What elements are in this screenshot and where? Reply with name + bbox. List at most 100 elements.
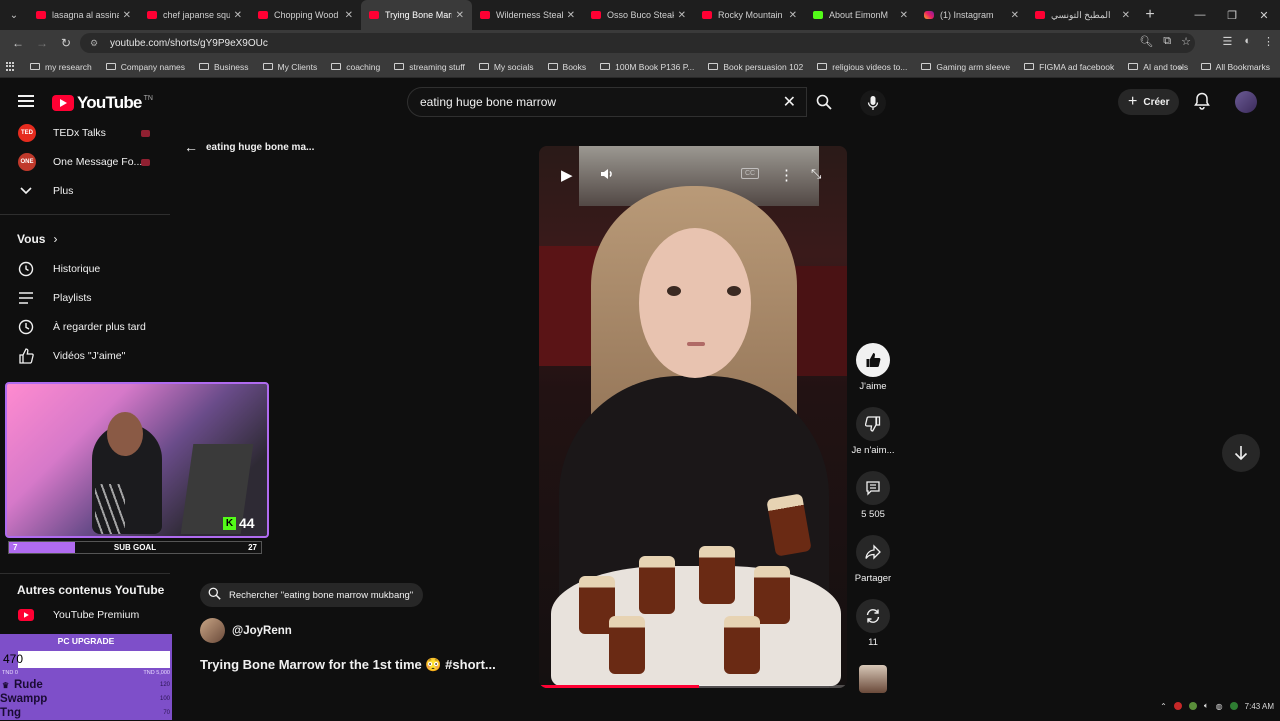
clear-search-icon[interactable]: ✕ <box>783 92 796 112</box>
sidebar-item-liked-videos[interactable]: Vidéos "J'aime" <box>0 342 170 370</box>
tray-chevron-icon[interactable]: ⌃ <box>1160 702 1167 711</box>
back-arrow-icon[interactable]: ← <box>6 36 30 50</box>
sidebar-item-more[interactable]: Plus <box>0 177 170 205</box>
comments-button[interactable]: 5 505 <box>851 471 895 520</box>
all-bookmarks-folder[interactable]: All Bookmarks <box>1200 62 1270 72</box>
browser-tab[interactable]: (1) Instagram ✕ <box>916 0 1027 30</box>
bookmark-folder[interactable]: My Clients <box>262 62 317 72</box>
close-tab-icon[interactable]: ✕ <box>123 10 131 21</box>
browser-tab[interactable]: Rocky Mountain ✕ <box>694 0 805 30</box>
close-tab-icon[interactable]: ✕ <box>900 10 908 21</box>
create-button[interactable]: + Créer <box>1118 89 1180 115</box>
sidebar-item-tedx-talks[interactable]: TED TEDx Talks <box>0 119 170 147</box>
zoom-icon[interactable]: 🔍︎ <box>1139 35 1153 48</box>
sidebar-item-playlists[interactable]: Playlists <box>0 284 170 312</box>
volume-icon[interactable] <box>599 166 615 186</box>
browser-tab[interactable]: Trying Bone Marr ✕ <box>361 0 472 30</box>
site-info-icon[interactable]: ⚙ <box>90 38 102 49</box>
guide-menu-icon[interactable] <box>18 95 34 107</box>
clock-text[interactable]: 7:43 AM <box>1245 702 1274 711</box>
profile-icon[interactable]: ◐ <box>1244 35 1251 48</box>
bookmark-folder[interactable]: My socials <box>478 62 534 72</box>
bookmark-folder[interactable]: Books <box>547 62 586 72</box>
forward-arrow-icon[interactable]: → <box>30 36 54 50</box>
tray-app-icon[interactable] <box>1173 702 1182 710</box>
bookmarks-bar: my research Company names Business My Clien… <box>0 56 1280 78</box>
minimize-icon[interactable]: — <box>1184 9 1216 21</box>
restore-icon[interactable]: ❐ <box>1216 9 1248 22</box>
close-tab-icon[interactable]: ✕ <box>1122 10 1130 21</box>
youtube-icon <box>1035 11 1045 19</box>
close-tab-icon[interactable]: ✕ <box>456 10 464 21</box>
play-icon[interactable]: ▶ <box>561 166 573 184</box>
volume-tray-icon[interactable]: 🔈︎ <box>1204 701 1209 711</box>
browser-tab[interactable]: Chopping Wood ✕ <box>250 0 361 30</box>
sidebar-item-watch-later[interactable]: À regarder plus tard <box>0 313 170 341</box>
playlist-icon <box>18 290 34 306</box>
next-short-button[interactable] <box>1222 434 1260 472</box>
browser-tab[interactable]: المطبخ التونسي ✕ <box>1027 0 1138 30</box>
remix-button[interactable]: 11 <box>851 599 895 648</box>
close-tab-icon[interactable]: ✕ <box>1011 10 1019 21</box>
suggested-search-chip[interactable]: Rechercher "eating bone marrow mukbang" <box>200 583 424 607</box>
browser-menu-icon[interactable]: ⋮ <box>1263 35 1274 48</box>
browser-tab[interactable]: Osso Buco Steak ✕ <box>583 0 694 30</box>
bookmark-folder[interactable]: religious videos to... <box>817 62 907 72</box>
share-button[interactable]: Partager <box>851 535 895 584</box>
sidebar-item-one-message[interactable]: ONE One Message Fo... <box>0 148 170 176</box>
bookmark-folder[interactable]: FIGMA ad facebook <box>1024 62 1114 72</box>
shorts-video-player[interactable]: ▶ CC ⋮ ⤡ <box>539 146 847 688</box>
reload-icon[interactable]: ↻ <box>54 36 78 50</box>
tab-search-chevron-icon[interactable]: ⌄ <box>0 0 28 30</box>
close-tab-icon[interactable]: ✕ <box>567 10 575 21</box>
browser-tab[interactable]: About EimonM ✕ <box>805 0 916 30</box>
bookmark-folder[interactable]: streaming stuff <box>394 62 465 72</box>
install-app-icon[interactable]: ⧉ <box>1163 35 1171 48</box>
plus-icon: + <box>1128 93 1138 110</box>
bookmark-folder[interactable]: my research <box>30 62 92 72</box>
account-avatar[interactable] <box>1235 91 1257 113</box>
notifications-bell-icon[interactable] <box>1194 92 1210 115</box>
network-tray-icon[interactable]: ◍ <box>1216 702 1223 711</box>
pc-range-high: TND 5,000 <box>143 670 170 676</box>
more-options-icon[interactable]: ⋮ <box>779 166 794 184</box>
bookmark-star-icon[interactable]: ☆ <box>1181 35 1191 48</box>
bookmark-folder[interactable]: 100M Book P136 P... <box>600 62 694 72</box>
dislike-button[interactable]: Je n'aim... <box>851 407 895 456</box>
close-tab-icon[interactable]: ✕ <box>234 10 242 21</box>
bookmark-folder[interactable]: Business <box>199 62 249 72</box>
apps-grid-icon[interactable] <box>6 61 16 72</box>
close-window-icon[interactable]: ✕ <box>1248 9 1280 22</box>
more-bookmarks-icon[interactable]: » <box>1178 62 1183 72</box>
channel-link[interactable]: @JoyRenn <box>200 618 292 643</box>
new-tab-button[interactable]: + <box>1138 6 1162 24</box>
sidebar-you-header[interactable]: Vous › <box>0 225 170 253</box>
close-tab-icon[interactable]: ✕ <box>678 10 686 21</box>
close-tab-icon[interactable]: ✕ <box>345 10 353 21</box>
captions-icon[interactable]: CC <box>741 168 760 179</box>
short-title[interactable]: Trying Bone Marrow for the 1st time 😳 #s… <box>200 657 496 673</box>
bookmark-folder[interactable]: coaching <box>331 62 380 72</box>
sidebar-item-youtube-premium[interactable]: YouTube Premium <box>0 601 170 629</box>
fullscreen-icon[interactable]: ⤡ <box>811 166 821 182</box>
voice-search-button[interactable] <box>860 90 886 116</box>
browser-tab[interactable]: chef japanse squ ✕ <box>139 0 250 30</box>
video-progress-bar[interactable] <box>539 685 847 688</box>
bookmark-folder[interactable]: Company names <box>105 62 185 72</box>
youtube-logo[interactable]: YouTube TN <box>52 93 153 113</box>
browser-tab[interactable]: lasagna al assina ✕ <box>28 0 139 30</box>
search-button[interactable] <box>806 87 842 117</box>
bookmark-folder[interactable]: Gaming arm sleeve <box>921 62 1010 72</box>
browser-tab[interactable]: Wilderness Steak ✕ <box>472 0 583 30</box>
audio-source-thumbnail[interactable] <box>859 665 887 693</box>
back-to-results[interactable]: ← eating huge bone ma... <box>184 139 314 155</box>
bookmark-folder[interactable]: Book persuasion 102 <box>708 62 803 72</box>
like-button[interactable]: J'aime <box>851 343 895 392</box>
tray-app-icon[interactable] <box>1229 702 1238 710</box>
url-field[interactable]: ⚙ youtube.com/shorts/gY9P9eX9OUc 🔍︎ ⧉ ☆ <box>80 33 1195 53</box>
tray-app-icon[interactable] <box>1188 702 1197 710</box>
sidebar-item-history[interactable]: Historique <box>0 255 170 283</box>
search-input[interactable]: eating huge bone marrow ✕ <box>407 87 807 117</box>
close-tab-icon[interactable]: ✕ <box>789 10 797 21</box>
extensions-icon[interactable]: ☰ <box>1222 35 1232 48</box>
